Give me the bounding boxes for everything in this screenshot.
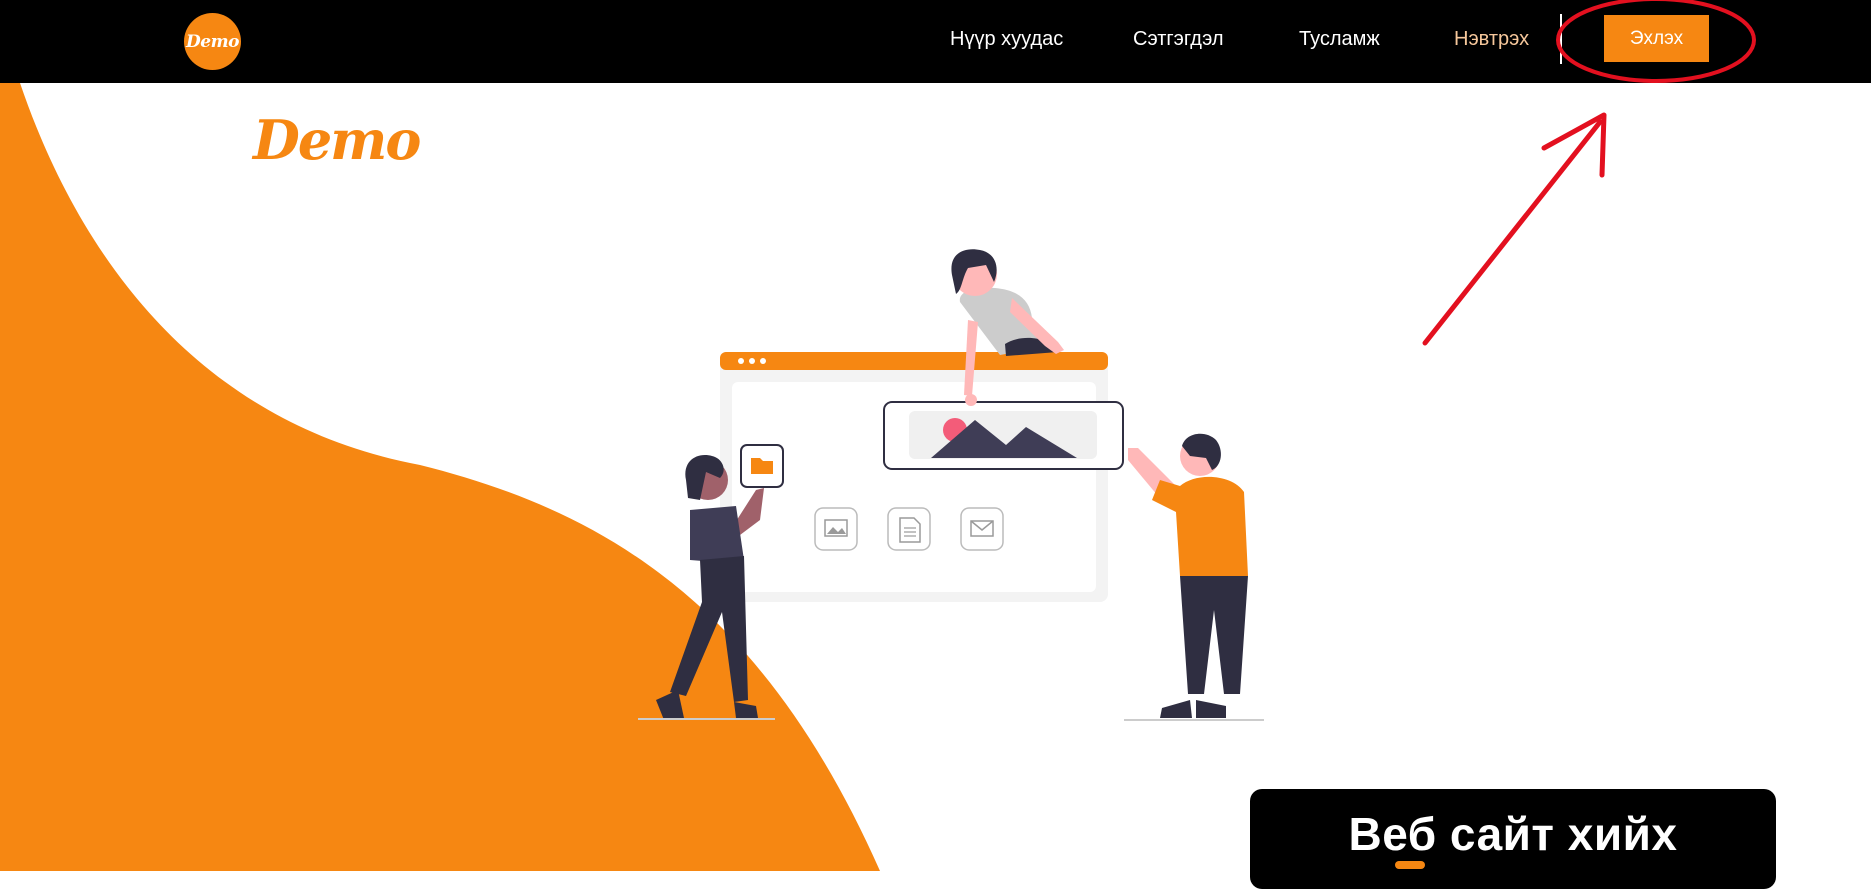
- mail-icon: [960, 507, 1004, 551]
- nav-divider: [1560, 14, 1562, 64]
- headline-subtext-fragment: [1395, 861, 1425, 869]
- nav-link-help[interactable]: Тусламж: [1299, 26, 1380, 52]
- image-icon: [814, 507, 858, 551]
- person-right-graphic: [1124, 433, 1264, 721]
- hero-headline: Веб сайт хийх: [1348, 808, 1678, 860]
- nav-link-home[interactable]: Нүүр хуудас: [950, 26, 1063, 52]
- document-icon: [887, 507, 931, 551]
- headline-box: Веб сайт хийх: [1250, 789, 1776, 889]
- nav-link-reviews[interactable]: Сэтгэгдэл: [1133, 26, 1224, 52]
- top-navbar: Demo Нүүр хуудас Сэтгэгдэл Тусламж Нэвтр…: [0, 0, 1871, 83]
- start-button[interactable]: Эхлэх: [1604, 15, 1709, 62]
- logo-text: Demo: [186, 31, 239, 52]
- hero-illustration: [638, 249, 1264, 721]
- logo[interactable]: Demo: [184, 13, 241, 70]
- nav-link-login[interactable]: Нэвтрэх: [1454, 26, 1529, 52]
- landscape-icon: [883, 401, 1124, 470]
- hero-brand: Demo: [253, 108, 421, 172]
